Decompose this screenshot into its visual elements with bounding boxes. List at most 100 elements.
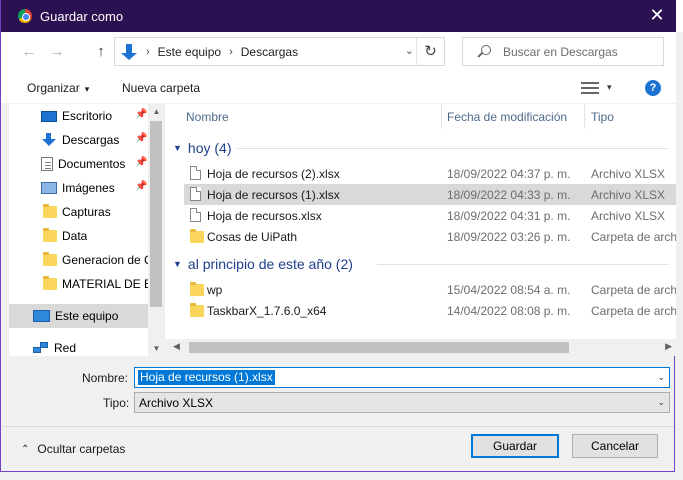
sidebar-item-este-equipo[interactable]: Este equipo — [9, 304, 149, 328]
filename-field[interactable]: Hoja de recursos (1).xlsx ⌄ — [134, 367, 670, 388]
sidebar-item-label: Capturas — [62, 205, 111, 219]
download-icon — [41, 133, 57, 147]
group-header-hoy[interactable]: ▼ hoy (4) — [173, 138, 232, 158]
background-strip-bottom — [0, 472, 683, 480]
filetype-value: Archivo XLSX — [139, 396, 214, 410]
navigation-pane: Escritorio 📌 Descargas 📌 Documentos 📌 Im… — [9, 104, 164, 356]
column-header-name[interactable]: Nombre — [186, 110, 229, 124]
sidebar-item-escritorio[interactable]: Escritorio 📌 — [9, 104, 149, 128]
refresh-button[interactable]: ↻ — [416, 38, 444, 65]
file-row[interactable]: Hoja de recursos.xlsx 18/09/2022 04:31 p… — [184, 205, 676, 226]
filename-label: Nombre: — [82, 371, 129, 385]
file-name: Cosas de UiPath — [207, 230, 298, 244]
sidebar-item-data[interactable]: Data — [9, 224, 149, 248]
sidebar-item-capturas[interactable]: Capturas — [9, 200, 149, 224]
forward-button[interactable]: → — [47, 42, 67, 62]
sidebar-item-label: Imágenes — [62, 181, 115, 195]
download-arrow-icon — [120, 43, 138, 61]
column-header-date[interactable]: Fecha de modificación — [447, 110, 567, 124]
group-separator — [377, 264, 669, 265]
file-row[interactable]: wp 15/04/2022 08:54 a. m. Carpeta de arc… — [184, 279, 676, 300]
help-icon[interactable]: ? — [645, 80, 661, 96]
document-icon — [190, 166, 201, 180]
new-folder-button[interactable]: Nueva carpeta — [122, 81, 200, 95]
sidebar-item-material[interactable]: MATERIAL DE ES — [9, 272, 149, 296]
organize-button[interactable]: Organizar ▾ — [27, 81, 89, 95]
file-list-pane: Nombre ⌃ Fecha de modificación Tipo ▼ ho… — [165, 104, 676, 356]
filetype-select[interactable]: Archivo XLSX ⌄ — [134, 392, 670, 413]
folder-icon — [190, 303, 204, 317]
hide-folders-button[interactable]: ⌃ Ocultar carpetas — [21, 442, 125, 456]
up-button[interactable]: ↑ — [91, 42, 111, 62]
sidebar-item-label: Este equipo — [55, 309, 119, 323]
pin-icon: 📌 — [135, 181, 148, 192]
sidebar-item-imagenes[interactable]: Imágenes 📌 — [9, 176, 149, 200]
sidebar-scrollbar[interactable]: ▲ ▼ — [148, 104, 165, 356]
document-icon — [190, 187, 201, 201]
sidebar-item-label: Generacion de C — [62, 253, 148, 267]
computer-icon — [33, 310, 50, 322]
sidebar-scrollbar-thumb[interactable] — [150, 121, 162, 307]
sidebar-item-documentos[interactable]: Documentos 📌 — [9, 152, 149, 176]
organize-label: Organizar — [27, 81, 80, 95]
address-bar[interactable]: › Este equipo › Descargas ⌄ ↻ — [114, 37, 445, 66]
save-button[interactable]: Guardar — [471, 434, 559, 458]
file-name: Hoja de recursos.xlsx — [207, 209, 322, 223]
column-divider[interactable] — [441, 104, 442, 129]
address-dropdown-button[interactable]: ⌄ — [405, 44, 414, 57]
scroll-right-arrow-icon[interactable]: ▶ — [665, 341, 672, 352]
breadcrumb-separator: › — [229, 45, 233, 58]
sidebar-item-red[interactable]: Red — [9, 336, 149, 356]
scroll-left-arrow-icon[interactable]: ◀ — [173, 341, 180, 352]
filetype-label: Tipo: — [103, 396, 130, 410]
pin-icon: 📌 — [135, 133, 148, 144]
pin-icon: 📌 — [135, 109, 148, 120]
scroll-down-arrow-icon[interactable]: ▼ — [148, 344, 165, 353]
file-row[interactable]: Cosas de UiPath 18/09/2022 03:26 p. m. C… — [184, 226, 676, 247]
group-header-principio-ano[interactable]: ▼ al principio de este año (2) — [173, 254, 353, 274]
folder-icon — [190, 229, 204, 243]
chevron-down-icon: ▼ — [173, 143, 182, 153]
file-date: 15/04/2022 08:54 a. m. — [447, 283, 571, 297]
column-header-type[interactable]: Tipo — [591, 110, 614, 124]
chevron-down-icon[interactable]: ⌄ — [657, 372, 665, 383]
horizontal-scrollbar-thumb[interactable] — [189, 342, 569, 353]
column-header-row: Nombre ⌃ Fecha de modificación Tipo — [165, 104, 676, 129]
filename-value[interactable]: Hoja de recursos (1).xlsx — [138, 370, 275, 385]
file-name: Hoja de recursos (1).xlsx — [207, 188, 340, 202]
file-type: Carpeta de archi — [591, 304, 676, 318]
close-button[interactable]: ✕ — [646, 4, 668, 26]
chevron-down-icon[interactable]: ⌄ — [657, 397, 665, 408]
breadcrumb-este-equipo[interactable]: Este equipo — [158, 45, 221, 59]
file-date: 14/04/2022 08:08 p. m. — [447, 304, 571, 318]
file-row-selected[interactable]: Hoja de recursos (1).xlsx 18/09/2022 04:… — [184, 184, 676, 205]
scroll-up-arrow-icon[interactable]: ▲ — [148, 107, 165, 116]
sidebar-item-label: Data — [62, 229, 88, 243]
folder-icon — [190, 282, 204, 296]
view-options-icon[interactable] — [581, 82, 599, 94]
hide-folders-label: Ocultar carpetas — [37, 442, 126, 456]
file-date: 18/09/2022 04:37 p. m. — [447, 167, 571, 181]
folder-icon — [43, 228, 57, 242]
file-row[interactable]: TaskbarX_1.7.6.0_x64 14/04/2022 08:08 p.… — [184, 300, 676, 321]
sidebar-item-label: MATERIAL DE ES — [62, 277, 148, 291]
horizontal-scrollbar[interactable]: ◀ ▶ — [165, 339, 676, 356]
window-title: Guardar como — [40, 8, 124, 24]
sidebar-item-label: Red — [54, 341, 77, 355]
breadcrumb-descargas[interactable]: Descargas — [241, 45, 298, 59]
search-box[interactable]: Buscar en Descargas — [462, 37, 664, 66]
folder-icon — [43, 204, 57, 218]
documents-icon — [41, 157, 53, 171]
file-type: Archivo XLSX — [591, 209, 666, 223]
search-input[interactable]: Buscar en Descargas — [503, 45, 618, 59]
file-row[interactable]: Hoja de recursos (2).xlsx 18/09/2022 04:… — [184, 163, 676, 184]
cancel-button[interactable]: Cancelar — [572, 434, 658, 458]
footer-divider — [2, 426, 674, 427]
sidebar-item-generacion[interactable]: Generacion de C — [9, 248, 149, 272]
column-divider[interactable] — [584, 104, 585, 129]
sidebar-item-descargas[interactable]: Descargas 📌 — [9, 128, 149, 152]
desktop-icon — [41, 110, 57, 122]
back-button[interactable]: ← — [19, 42, 39, 62]
view-dropdown-button[interactable]: ▾ — [607, 82, 612, 93]
chevron-down-icon: ▼ — [173, 259, 182, 269]
